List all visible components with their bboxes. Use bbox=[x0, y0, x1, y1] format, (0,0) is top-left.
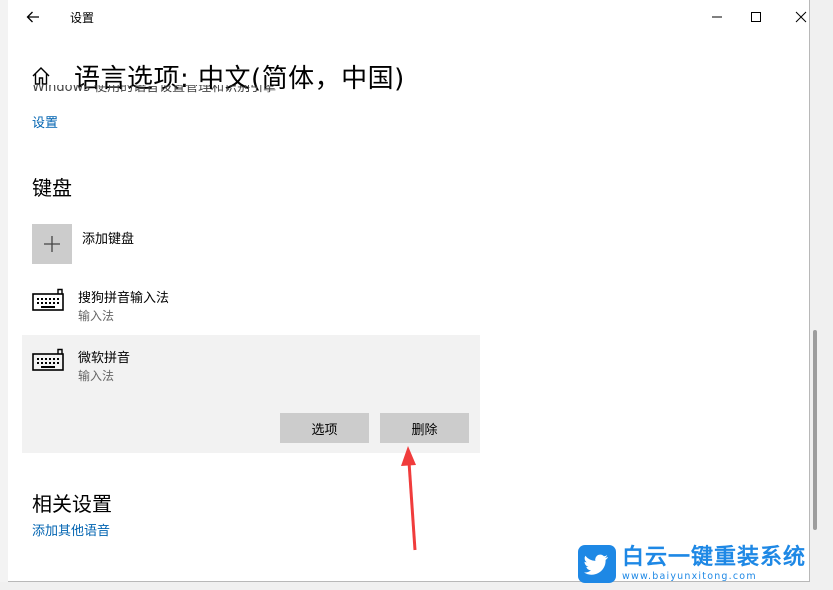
back-button[interactable] bbox=[22, 6, 44, 28]
watermark-title: 白云一键重装系统 bbox=[622, 544, 807, 570]
window-title: 设置 bbox=[70, 11, 95, 25]
close-button[interactable] bbox=[790, 6, 809, 28]
keyboard-section-title: 键盘 bbox=[32, 176, 72, 200]
speech-settings-link[interactable]: 设置 bbox=[32, 112, 58, 131]
twitter-bird-icon bbox=[578, 545, 616, 583]
home-icon[interactable] bbox=[30, 65, 52, 87]
title-bar: 设置 bbox=[8, 0, 809, 34]
handwriting-description: Windows 使用的语音设置管理和识别引擎 bbox=[32, 85, 277, 95]
keyboard-item-type: 输入法 bbox=[78, 309, 115, 323]
watermark-url: www.baiyunxitong.com bbox=[622, 570, 757, 582]
back-arrow-icon bbox=[26, 11, 39, 23]
keyboard-item-name[interactable]: 搜狗拼音输入法 bbox=[78, 287, 169, 306]
delete-button[interactable]: 删除 bbox=[380, 413, 469, 443]
minimize-button[interactable] bbox=[706, 6, 728, 28]
keyboard-item-type: 输入法 bbox=[78, 369, 115, 383]
add-keyboard-label[interactable]: 添加键盘 bbox=[82, 228, 134, 247]
options-button[interactable]: 选项 bbox=[280, 413, 369, 443]
keyboard-icon bbox=[32, 348, 64, 371]
minimize-icon bbox=[712, 16, 722, 18]
plus-icon bbox=[44, 236, 60, 252]
related-settings-title: 相关设置 bbox=[32, 492, 112, 516]
scrollbar-thumb[interactable] bbox=[813, 330, 817, 530]
keyboard-icon bbox=[32, 288, 64, 311]
add-language-link[interactable]: 添加其他语音 bbox=[32, 520, 110, 539]
keyboard-item-name: 微软拼音 bbox=[78, 351, 131, 366]
maximize-icon bbox=[751, 12, 761, 22]
watermark: 白云一键重装系统 www.baiyunxitong.com bbox=[578, 544, 828, 584]
settings-window: 设置 语言选项: 中文(简体，中国) Windows 使用的语音设置管理和识别引… bbox=[8, 0, 810, 582]
add-keyboard-button[interactable] bbox=[32, 224, 72, 264]
maximize-button[interactable] bbox=[745, 6, 767, 28]
close-icon bbox=[795, 11, 807, 23]
